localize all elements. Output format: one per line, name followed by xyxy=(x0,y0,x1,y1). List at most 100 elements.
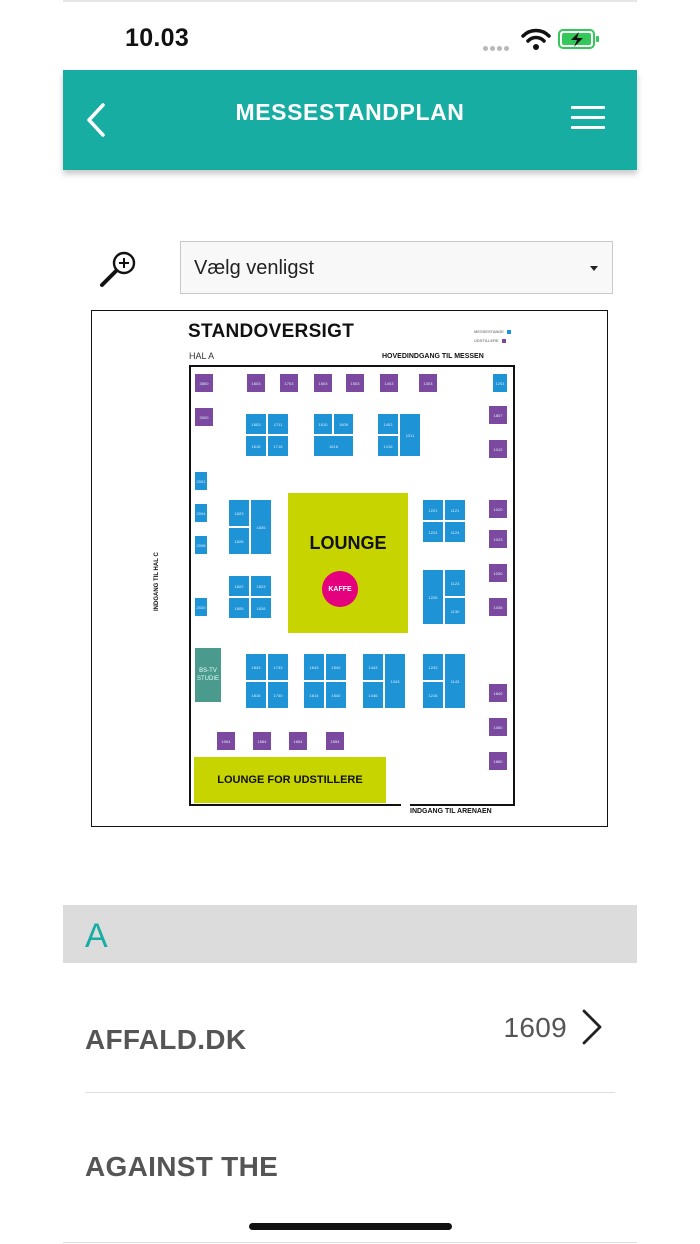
dropdown-caret-icon xyxy=(590,266,598,271)
studio-booth[interactable]: BS-TV STUDIE xyxy=(194,647,222,703)
booth[interactable]: 1023 xyxy=(488,529,508,549)
booth[interactable]: 1609 xyxy=(333,413,354,435)
booth[interactable]: 1603 xyxy=(313,373,333,393)
booth[interactable]: 1554 xyxy=(325,731,345,751)
booth[interactable]: 1416 xyxy=(377,435,399,457)
select-value: Vælg venligst xyxy=(194,257,315,279)
signal-dots-icon xyxy=(483,38,515,51)
booth[interactable]: 1060 xyxy=(488,717,508,737)
booth[interactable]: 1822 xyxy=(228,575,250,597)
page-title: MESSESTANDPLAN xyxy=(235,99,465,125)
hall-c-entrance-label: INDGANG TIL HAL C xyxy=(154,552,160,611)
booth[interactable]: 1124 xyxy=(444,521,466,543)
booth[interactable]: 1716 xyxy=(267,435,289,457)
booth[interactable]: 1503 xyxy=(345,373,365,393)
floor-plan-map[interactable]: STANDOVERSIGT MESSESTANDE UDSTILLERE HAL… xyxy=(91,310,608,827)
booth[interactable]: 1654 xyxy=(288,731,308,751)
booth[interactable]: 1402 xyxy=(377,413,399,435)
booth[interactable]: 1446 xyxy=(362,681,384,709)
zoom-in-icon[interactable] xyxy=(97,249,139,291)
booth[interactable]: 1540 xyxy=(325,681,347,709)
wall xyxy=(189,365,191,805)
booth[interactable]: 1805 xyxy=(228,597,250,619)
exhibitor-lounge-area[interactable]: LOUNGE FOR UDSTILLERE xyxy=(194,757,386,803)
arena-entrance-label: INDGANG TIL ARENAEN xyxy=(410,808,492,815)
booth[interactable]: 1443 xyxy=(362,653,384,681)
booth[interactable]: 3800 xyxy=(194,373,214,393)
booth[interactable]: 1740 xyxy=(267,681,289,709)
wall xyxy=(410,804,515,806)
main-entrance-label: HOVEDINDGANG TIL MESSEN xyxy=(382,353,484,360)
booth[interactable]: 1823 xyxy=(250,575,272,597)
exhibitor-lounge-label: LOUNGE FOR UDSTILLERE xyxy=(217,774,363,786)
booth[interactable]: 1616 xyxy=(245,435,267,457)
booth[interactable]: 1130 xyxy=(444,597,466,625)
booth[interactable]: 1020 xyxy=(488,499,508,519)
booth[interactable]: 1311 xyxy=(399,413,421,457)
kaffe-badge[interactable]: KAFFE xyxy=(322,571,358,607)
booth[interactable]: 1121 xyxy=(444,499,466,521)
booth[interactable]: 1610 xyxy=(313,413,333,435)
category-select[interactable]: Vælg venligst xyxy=(180,241,613,294)
booth[interactable]: 2020 xyxy=(194,597,208,617)
booth[interactable]: 1860 xyxy=(488,751,508,771)
stand-number: 1609 xyxy=(503,1012,567,1043)
booth[interactable]: 1616 xyxy=(313,435,354,457)
booth[interactable]: 1216 xyxy=(422,681,444,709)
booth[interactable]: 1343 xyxy=(384,653,406,709)
booth[interactable]: 1603 xyxy=(245,413,267,435)
lounge-area[interactable]: LOUNGE KAFFE xyxy=(288,493,408,633)
booth[interactable]: 2004 xyxy=(194,503,208,523)
status-bar: 10.03 xyxy=(63,0,637,70)
booth[interactable]: 1224 xyxy=(422,521,444,543)
list-item[interactable]: AGAINST THE xyxy=(85,1130,615,1210)
booth[interactable]: 1201 xyxy=(492,373,508,393)
booth[interactable]: 1123 xyxy=(444,569,466,597)
booth[interactable]: 2001 xyxy=(194,471,208,491)
booth[interactable]: 1614 xyxy=(303,681,325,709)
booth[interactable]: 3000 xyxy=(194,407,214,427)
booth[interactable]: 1603 xyxy=(246,373,266,393)
booth[interactable]: 1743 xyxy=(267,653,289,681)
booth[interactable]: 1064 xyxy=(216,731,236,751)
legend-item-blue: MESSESTANDE xyxy=(474,329,504,334)
chevron-right-icon xyxy=(582,1009,602,1045)
booth[interactable]: 1012 xyxy=(488,439,508,459)
section-letter: A xyxy=(85,917,108,955)
wall xyxy=(189,804,401,806)
booth[interactable]: 1823 xyxy=(228,499,250,527)
floorplan-title: STANDOVERSIGT xyxy=(188,321,355,342)
floorplan-legend: MESSESTANDE UDSTILLERE xyxy=(474,327,511,345)
booth[interactable]: 1826 xyxy=(250,499,272,555)
booth[interactable]: 1226 xyxy=(422,569,444,625)
app-header: MESSESTANDPLAN xyxy=(63,70,637,170)
home-indicator[interactable] xyxy=(249,1223,452,1230)
booth[interactable]: 1843 xyxy=(245,653,267,681)
booth[interactable]: 1703 xyxy=(279,373,299,393)
booth[interactable]: 1711 xyxy=(267,413,289,435)
booth[interactable]: 1243 xyxy=(422,653,444,681)
booth[interactable]: 2008 xyxy=(194,535,208,555)
booth[interactable]: 1540 xyxy=(325,653,347,681)
booth[interactable]: 1816 xyxy=(245,681,267,709)
booth[interactable]: 1826 xyxy=(250,597,272,619)
exhibitor-name: AFFALD.DK xyxy=(85,1024,247,1055)
booth[interactable]: 1643 xyxy=(303,653,325,681)
booth[interactable]: 1807 xyxy=(488,405,508,425)
hall-label: HAL A xyxy=(189,351,215,361)
booth[interactable]: 1403 xyxy=(379,373,399,393)
hamburger-menu-icon[interactable] xyxy=(571,106,605,134)
status-time: 10.03 xyxy=(125,24,190,52)
booth[interactable]: 1826 xyxy=(228,527,250,555)
booth[interactable]: 1143 xyxy=(444,653,466,709)
section-header: A xyxy=(63,905,637,963)
booth[interactable]: 1840 xyxy=(488,683,508,703)
booth[interactable]: 1036 xyxy=(488,597,508,617)
booth[interactable]: 1221 xyxy=(422,499,444,521)
booth[interactable]: 1664 xyxy=(252,731,272,751)
lounge-label: LOUNGE xyxy=(309,533,387,553)
list-item[interactable]: AFFALD.DK 1609 xyxy=(85,1000,615,1090)
list-divider xyxy=(85,1092,615,1093)
booth[interactable]: 1303 xyxy=(418,373,438,393)
booth[interactable]: 1030 xyxy=(488,563,508,583)
